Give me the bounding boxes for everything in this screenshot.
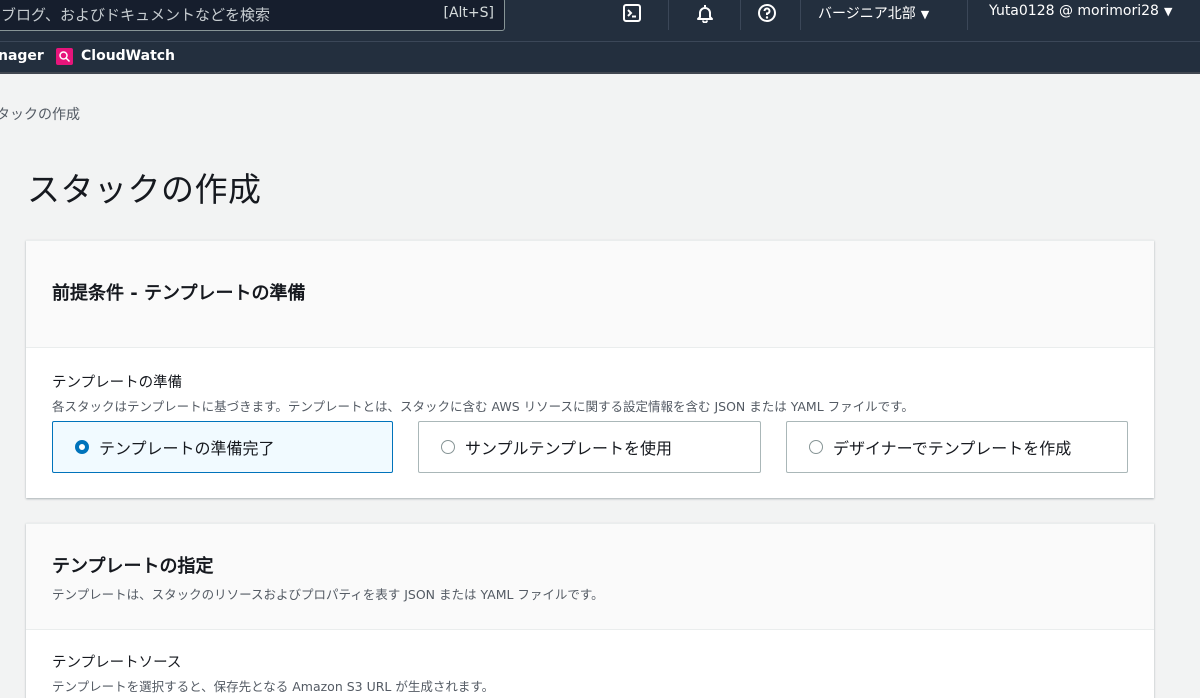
bell-icon (697, 5, 713, 23)
nav-separator (967, 0, 968, 30)
help-button[interactable] (747, 0, 787, 26)
radio-unchecked-icon (441, 440, 455, 454)
service-link-cloudwatch[interactable]: CloudWatch (81, 48, 175, 64)
option-template-ready[interactable]: テンプレートの準備完了 (52, 421, 393, 473)
prerequisite-panel: 前提条件 - テンプレートの準備 テンプレートの準備 各スタックはテンプレートに… (26, 240, 1154, 498)
template-options: テンプレートの準備完了 サンプルテンプレートを使用 デザイナーでテンプレートを作… (52, 421, 1132, 473)
field-template-source: テンプレートソース テンプレートを選択すると、保存先となる Amazon S3 … (52, 651, 494, 695)
option-sample-template[interactable]: サンプルテンプレートを使用 (418, 421, 761, 473)
option-label: デザイナーでテンプレートを作成 (833, 439, 1072, 458)
field-label: テンプレートソース (52, 655, 182, 671)
panel-header: テンプレートの指定 テンプレートは、スタックのリソースおよびプロパティを表す J… (26, 524, 1154, 630)
region-selector[interactable]: バージニア北部 ▼ (818, 3, 929, 23)
option-designer-template[interactable]: デザイナーでテンプレートを作成 (786, 421, 1128, 473)
field-description: テンプレートを選択すると、保存先となる Amazon S3 URL が生成されま… (52, 679, 495, 694)
radio-unchecked-icon (809, 440, 823, 454)
field-label: テンプレートの準備 (52, 375, 183, 391)
panel-title: 前提条件 - テンプレートの準備 (52, 283, 306, 304)
service-link-manager[interactable]: nager (0, 48, 44, 64)
option-label: サンプルテンプレートを使用 (465, 439, 673, 458)
service-favorites-bar: nager CloudWatch (0, 41, 1200, 74)
page-title: スタックの作成 (27, 170, 262, 209)
search-input[interactable] (0, 0, 411, 30)
notifications-button[interactable] (685, 0, 725, 26)
top-navigation: [Alt+S] バージニア北部 ▼ Yuta0128 @ morimori28 ▼ (0, 0, 1200, 41)
specify-template-panel: テンプレートの指定 テンプレートは、スタックのリソースおよびプロパティを表す J… (26, 523, 1154, 698)
field-prepare-template: テンプレートの準備 各スタックはテンプレートに基づきます。テンプレートとは、スタ… (52, 371, 914, 415)
search-shortcut: [Alt+S] (443, 5, 495, 21)
region-label: バージニア北部 (818, 6, 916, 22)
panel-description: テンプレートは、スタックのリソースおよびプロパティを表す JSON または YA… (52, 587, 604, 602)
terminal-icon (623, 4, 641, 22)
search-box[interactable]: [Alt+S] (0, 0, 505, 31)
breadcrumb-current: タックの作成 (0, 107, 80, 123)
cloudwatch-icon (56, 48, 73, 65)
caret-down-icon: ▼ (920, 8, 930, 21)
nav-separator (740, 0, 741, 30)
nav-separator (800, 0, 801, 30)
help-circle-icon (758, 4, 776, 22)
account-menu[interactable]: Yuta0128 @ morimori28 ▼ (989, 3, 1172, 19)
radio-checked-icon (75, 440, 89, 454)
field-description: 各スタックはテンプレートに基づきます。テンプレートとは、スタックに含む AWS … (52, 399, 914, 414)
panel-title: テンプレートの指定 (52, 556, 214, 577)
account-label: Yuta0128 @ morimori28 (989, 3, 1159, 19)
caret-down-icon: ▼ (1163, 5, 1173, 18)
option-label: テンプレートの準備完了 (99, 439, 275, 458)
nav-separator (668, 0, 669, 30)
cloudshell-button[interactable] (612, 0, 652, 26)
panel-header: 前提条件 - テンプレートの準備 (26, 241, 1154, 348)
breadcrumb: タックの作成 (0, 104, 80, 124)
